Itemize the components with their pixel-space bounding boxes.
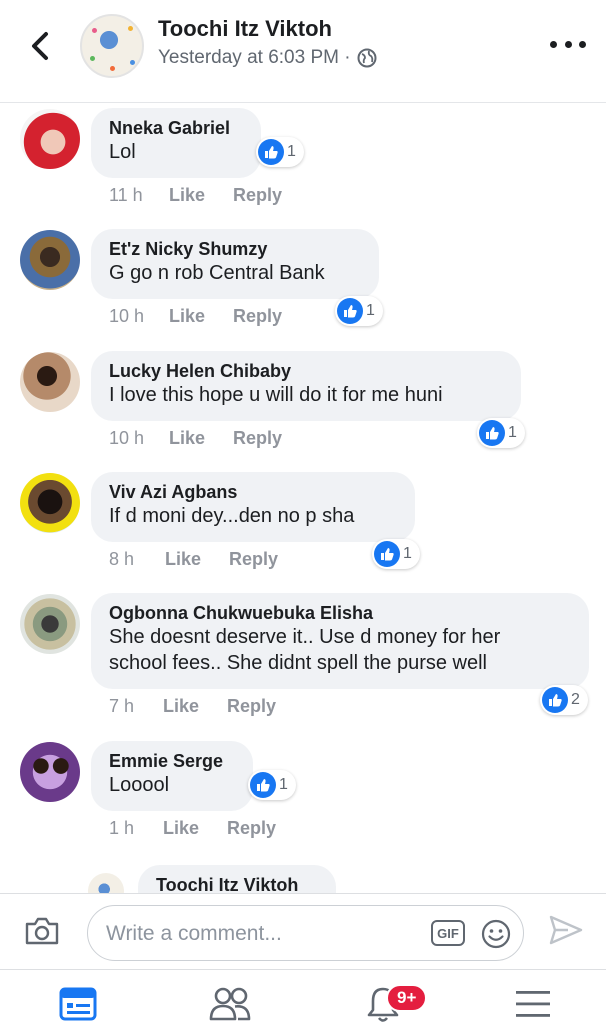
comment-text: G go n rob Central Bank bbox=[109, 262, 325, 284]
comment-bubble[interactable]: Nneka Gabriel Lol bbox=[91, 108, 261, 178]
comment-composer: Write a comment... GIF bbox=[0, 893, 606, 969]
like-reaction-icon bbox=[479, 420, 505, 446]
comments-list[interactable]: Nneka Gabriel Lol 1 11 h Like Reply Et'z… bbox=[0, 103, 606, 893]
like-button[interactable]: Like bbox=[169, 306, 233, 327]
commenter-avatar[interactable] bbox=[20, 742, 80, 802]
comment-time: 11 h bbox=[109, 185, 143, 205]
commenter-name[interactable]: Ogbonna Chukwuebuka Elisha bbox=[109, 603, 571, 624]
commenter-avatar[interactable] bbox=[20, 109, 80, 169]
more-dot-icon bbox=[550, 40, 557, 48]
reaction-number: 1 bbox=[279, 776, 288, 793]
globe-icon bbox=[357, 48, 377, 68]
commenter-avatar[interactable] bbox=[20, 352, 80, 412]
like-button[interactable]: Like bbox=[169, 185, 233, 206]
like-button[interactable]: Like bbox=[165, 549, 229, 570]
news-feed-icon bbox=[59, 987, 97, 1021]
reaction-count[interactable]: 1 bbox=[256, 137, 304, 167]
comment-actions: 11 h Like Reply bbox=[109, 185, 282, 206]
reply-button[interactable]: Reply bbox=[227, 818, 276, 839]
comment-text: I love this hope u will do it for me hun… bbox=[109, 384, 443, 406]
comment-time: 7 h bbox=[109, 696, 135, 716]
like-reaction-icon bbox=[250, 772, 276, 798]
reply-author-name[interactable]: Toochi Itz Viktoh bbox=[156, 875, 318, 893]
comment-time: 1 h bbox=[109, 818, 135, 838]
reaction-number: 1 bbox=[508, 424, 517, 441]
comment-text: Looool bbox=[109, 774, 170, 796]
like-button[interactable]: Like bbox=[163, 818, 227, 839]
chevron-left-icon bbox=[32, 32, 48, 60]
commenter-avatar[interactable] bbox=[20, 230, 80, 290]
reply-avatar[interactable] bbox=[88, 873, 124, 893]
like-reaction-icon bbox=[258, 139, 284, 165]
commenter-name[interactable]: Emmie Serge bbox=[109, 751, 235, 772]
bottom-navigation: 9+ bbox=[0, 969, 606, 1034]
comment-actions: 1 h Like Reply bbox=[109, 818, 276, 839]
reaction-number: 2 bbox=[571, 691, 580, 708]
like-reaction-icon bbox=[542, 687, 568, 713]
comment-actions: 10 h Like Reply bbox=[109, 306, 282, 327]
like-reaction-icon bbox=[337, 298, 363, 324]
commenter-name[interactable]: Viv Azi Agbans bbox=[109, 482, 397, 503]
timestamp-text: Yesterday at 6:03 PM · bbox=[158, 47, 351, 68]
comment-text: She doesnt deserve it.. Use d money for … bbox=[109, 626, 501, 648]
comment-bubble[interactable]: Et'z Nicky Shumzy G go n rob Central Ban… bbox=[91, 229, 379, 299]
like-button[interactable]: Like bbox=[163, 696, 227, 717]
author-name[interactable]: Toochi Itz Viktoh bbox=[158, 16, 332, 42]
more-options-button[interactable] bbox=[550, 34, 586, 54]
reply-button[interactable]: Reply bbox=[233, 185, 282, 206]
comment-time: 8 h bbox=[109, 549, 135, 569]
comment-actions: 8 h Like Reply bbox=[109, 549, 278, 570]
friends-icon bbox=[209, 987, 251, 1021]
menu-icon bbox=[516, 991, 550, 1017]
notifications-badge: 9+ bbox=[386, 984, 428, 1012]
reaction-count[interactable]: 1 bbox=[372, 539, 420, 569]
reply-button[interactable]: Reply bbox=[227, 696, 276, 717]
like-reaction-icon bbox=[374, 541, 400, 567]
comment-actions: 7 h Like Reply bbox=[109, 696, 276, 717]
reply-button[interactable]: Reply bbox=[233, 306, 282, 327]
back-button[interactable] bbox=[24, 28, 56, 64]
nav-friends[interactable] bbox=[207, 984, 253, 1024]
comment-text-line-2: school fees.. She didnt spell the purse … bbox=[109, 652, 487, 674]
camera-icon[interactable] bbox=[24, 916, 60, 946]
commenter-name[interactable]: Lucky Helen Chibaby bbox=[109, 361, 503, 382]
reaction-count[interactable]: 2 bbox=[540, 685, 588, 715]
comment-text: Lol bbox=[109, 141, 136, 163]
commenter-avatar[interactable] bbox=[20, 594, 80, 654]
comment-time: 10 h bbox=[109, 306, 145, 326]
comment-text: If d moni dey...den no p sha bbox=[109, 505, 355, 527]
nav-menu[interactable] bbox=[510, 984, 556, 1024]
comment-bubble[interactable]: Emmie Serge Looool bbox=[91, 741, 253, 811]
reaction-count[interactable]: 1 bbox=[477, 418, 525, 448]
reaction-number: 1 bbox=[287, 143, 296, 160]
more-dot-icon bbox=[579, 40, 586, 48]
send-icon[interactable] bbox=[548, 914, 584, 946]
comment-bubble[interactable]: Ogbonna Chukwuebuka Elisha She doesnt de… bbox=[91, 593, 589, 689]
comment-input[interactable]: Write a comment... GIF bbox=[87, 905, 524, 961]
commenter-name[interactable]: Nneka Gabriel bbox=[109, 118, 243, 139]
like-button[interactable]: Like bbox=[169, 428, 233, 449]
comment-time: 10 h bbox=[109, 428, 145, 448]
reply-button[interactable]: Reply bbox=[233, 428, 282, 449]
reaction-number: 1 bbox=[403, 545, 412, 562]
comment-bubble[interactable]: Viv Azi Agbans If d moni dey...den no p … bbox=[91, 472, 415, 542]
emoji-icon[interactable] bbox=[480, 918, 512, 950]
commenter-avatar[interactable] bbox=[20, 473, 80, 533]
commenter-name[interactable]: Et'z Nicky Shumzy bbox=[109, 239, 361, 260]
more-dot-icon bbox=[564, 40, 572, 48]
reaction-count[interactable]: 1 bbox=[248, 770, 296, 800]
reaction-number: 1 bbox=[366, 302, 375, 319]
post-timestamp: Yesterday at 6:03 PM · bbox=[158, 47, 377, 69]
nav-news-feed[interactable] bbox=[55, 984, 101, 1024]
author-avatar[interactable] bbox=[80, 14, 144, 78]
reaction-count[interactable]: 1 bbox=[335, 296, 383, 326]
post-header: Toochi Itz Viktoh Yesterday at 6:03 PM · bbox=[0, 0, 606, 103]
comment-actions: 10 h Like Reply bbox=[109, 428, 282, 449]
gif-button[interactable]: GIF bbox=[431, 920, 465, 946]
comment-input-placeholder: Write a comment... bbox=[106, 922, 282, 945]
comment-bubble[interactable]: Lucky Helen Chibaby I love this hope u w… bbox=[91, 351, 521, 421]
reply-button[interactable]: Reply bbox=[229, 549, 278, 570]
reply-bubble[interactable]: Toochi Itz Viktoh bbox=[138, 865, 336, 893]
